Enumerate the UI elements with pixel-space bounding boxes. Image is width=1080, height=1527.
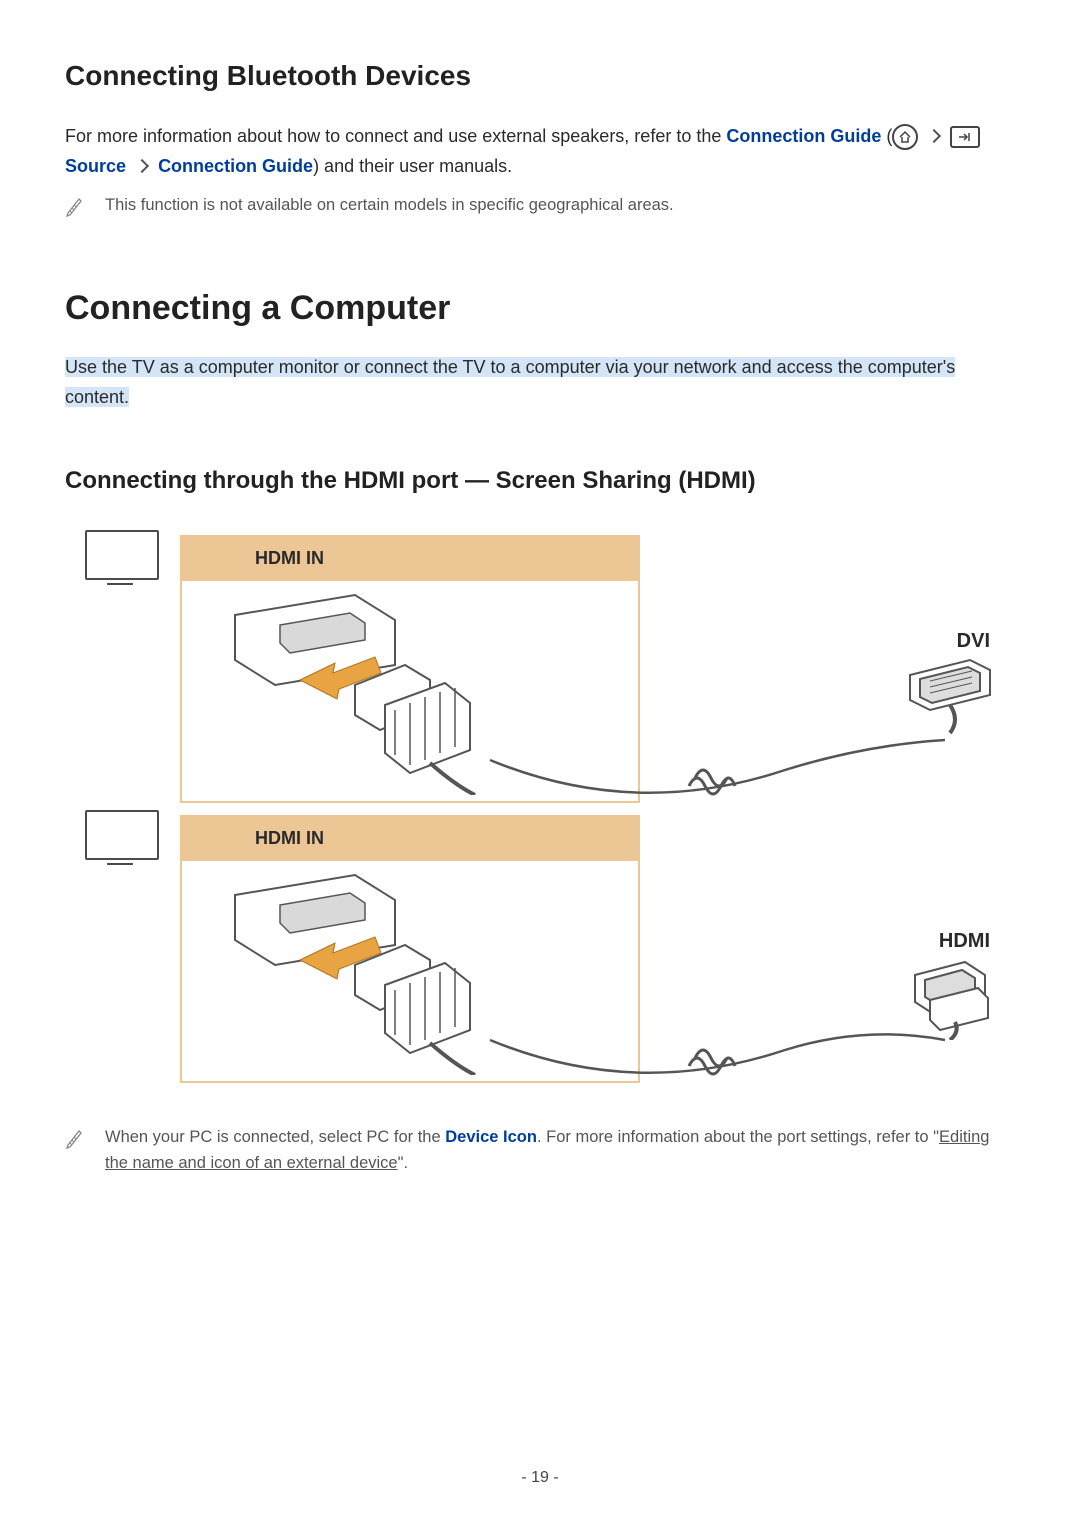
home-icon: [892, 124, 918, 150]
dvi-connector-illustration: [900, 655, 1000, 735]
page-number: - 19 -: [0, 1469, 1080, 1487]
text: For more information about how to connec…: [65, 126, 726, 146]
heading-computer: Connecting a Computer: [65, 289, 1015, 328]
link-connection-guide-2[interactable]: Connection Guide: [158, 156, 313, 176]
link-device-icon[interactable]: Device Icon: [445, 1128, 537, 1146]
cable-illustration: [485, 1010, 965, 1090]
tv-stand: [107, 578, 133, 585]
note-row: When your PC is connected, select PC for…: [65, 1125, 1015, 1176]
cable-illustration: [485, 730, 965, 810]
para-computer-intro: Use the TV as a computer monitor or conn…: [65, 353, 1015, 412]
link-connection-guide[interactable]: Connection Guide: [726, 126, 881, 146]
dvi-label: DVI: [957, 630, 990, 653]
heading-bluetooth: Connecting Bluetooth Devices: [65, 60, 1015, 92]
pencil-icon: [65, 195, 83, 217]
pencil-icon: [65, 1127, 83, 1149]
text: ) and their user manuals.: [313, 156, 512, 176]
heading-hdmi: Connecting through the HDMI port — Scree…: [65, 467, 1015, 495]
hdmi-port-illustration: [205, 585, 505, 795]
diagram-hdmi: HDMI IN HDMI: [65, 810, 1015, 1090]
para-bluetooth: For more information about how to connec…: [65, 122, 1015, 181]
link-source[interactable]: Source: [65, 156, 126, 176]
tv-stand: [107, 858, 133, 865]
text: ".: [398, 1154, 408, 1172]
text: . For more information about the port se…: [537, 1128, 939, 1146]
hdmi-in-label: HDMI IN: [180, 535, 640, 581]
note-text: When your PC is connected, select PC for…: [105, 1125, 1015, 1176]
note-text: This function is not available on certai…: [105, 193, 674, 219]
diagram-stack: HDMI IN: [65, 530, 1015, 1090]
diagram-dvi: HDMI IN: [65, 530, 1015, 810]
hdmi-port-illustration: [205, 865, 505, 1075]
hdmi-in-label: HDMI IN: [180, 815, 640, 861]
source-icon: [950, 126, 980, 148]
text: (: [881, 126, 892, 146]
hdmi-label: HDMI: [939, 930, 990, 953]
page: Connecting Bluetooth Devices For more in…: [0, 0, 1080, 1527]
text: When your PC is connected, select PC for…: [105, 1128, 445, 1146]
tv-icon: [85, 530, 159, 580]
chevron-right-icon: [927, 129, 941, 143]
tv-icon: [85, 810, 159, 860]
chevron-right-icon: [135, 159, 149, 173]
highlighted-text: Use the TV as a computer monitor or conn…: [65, 357, 955, 407]
note-row: This function is not available on certai…: [65, 193, 1015, 219]
